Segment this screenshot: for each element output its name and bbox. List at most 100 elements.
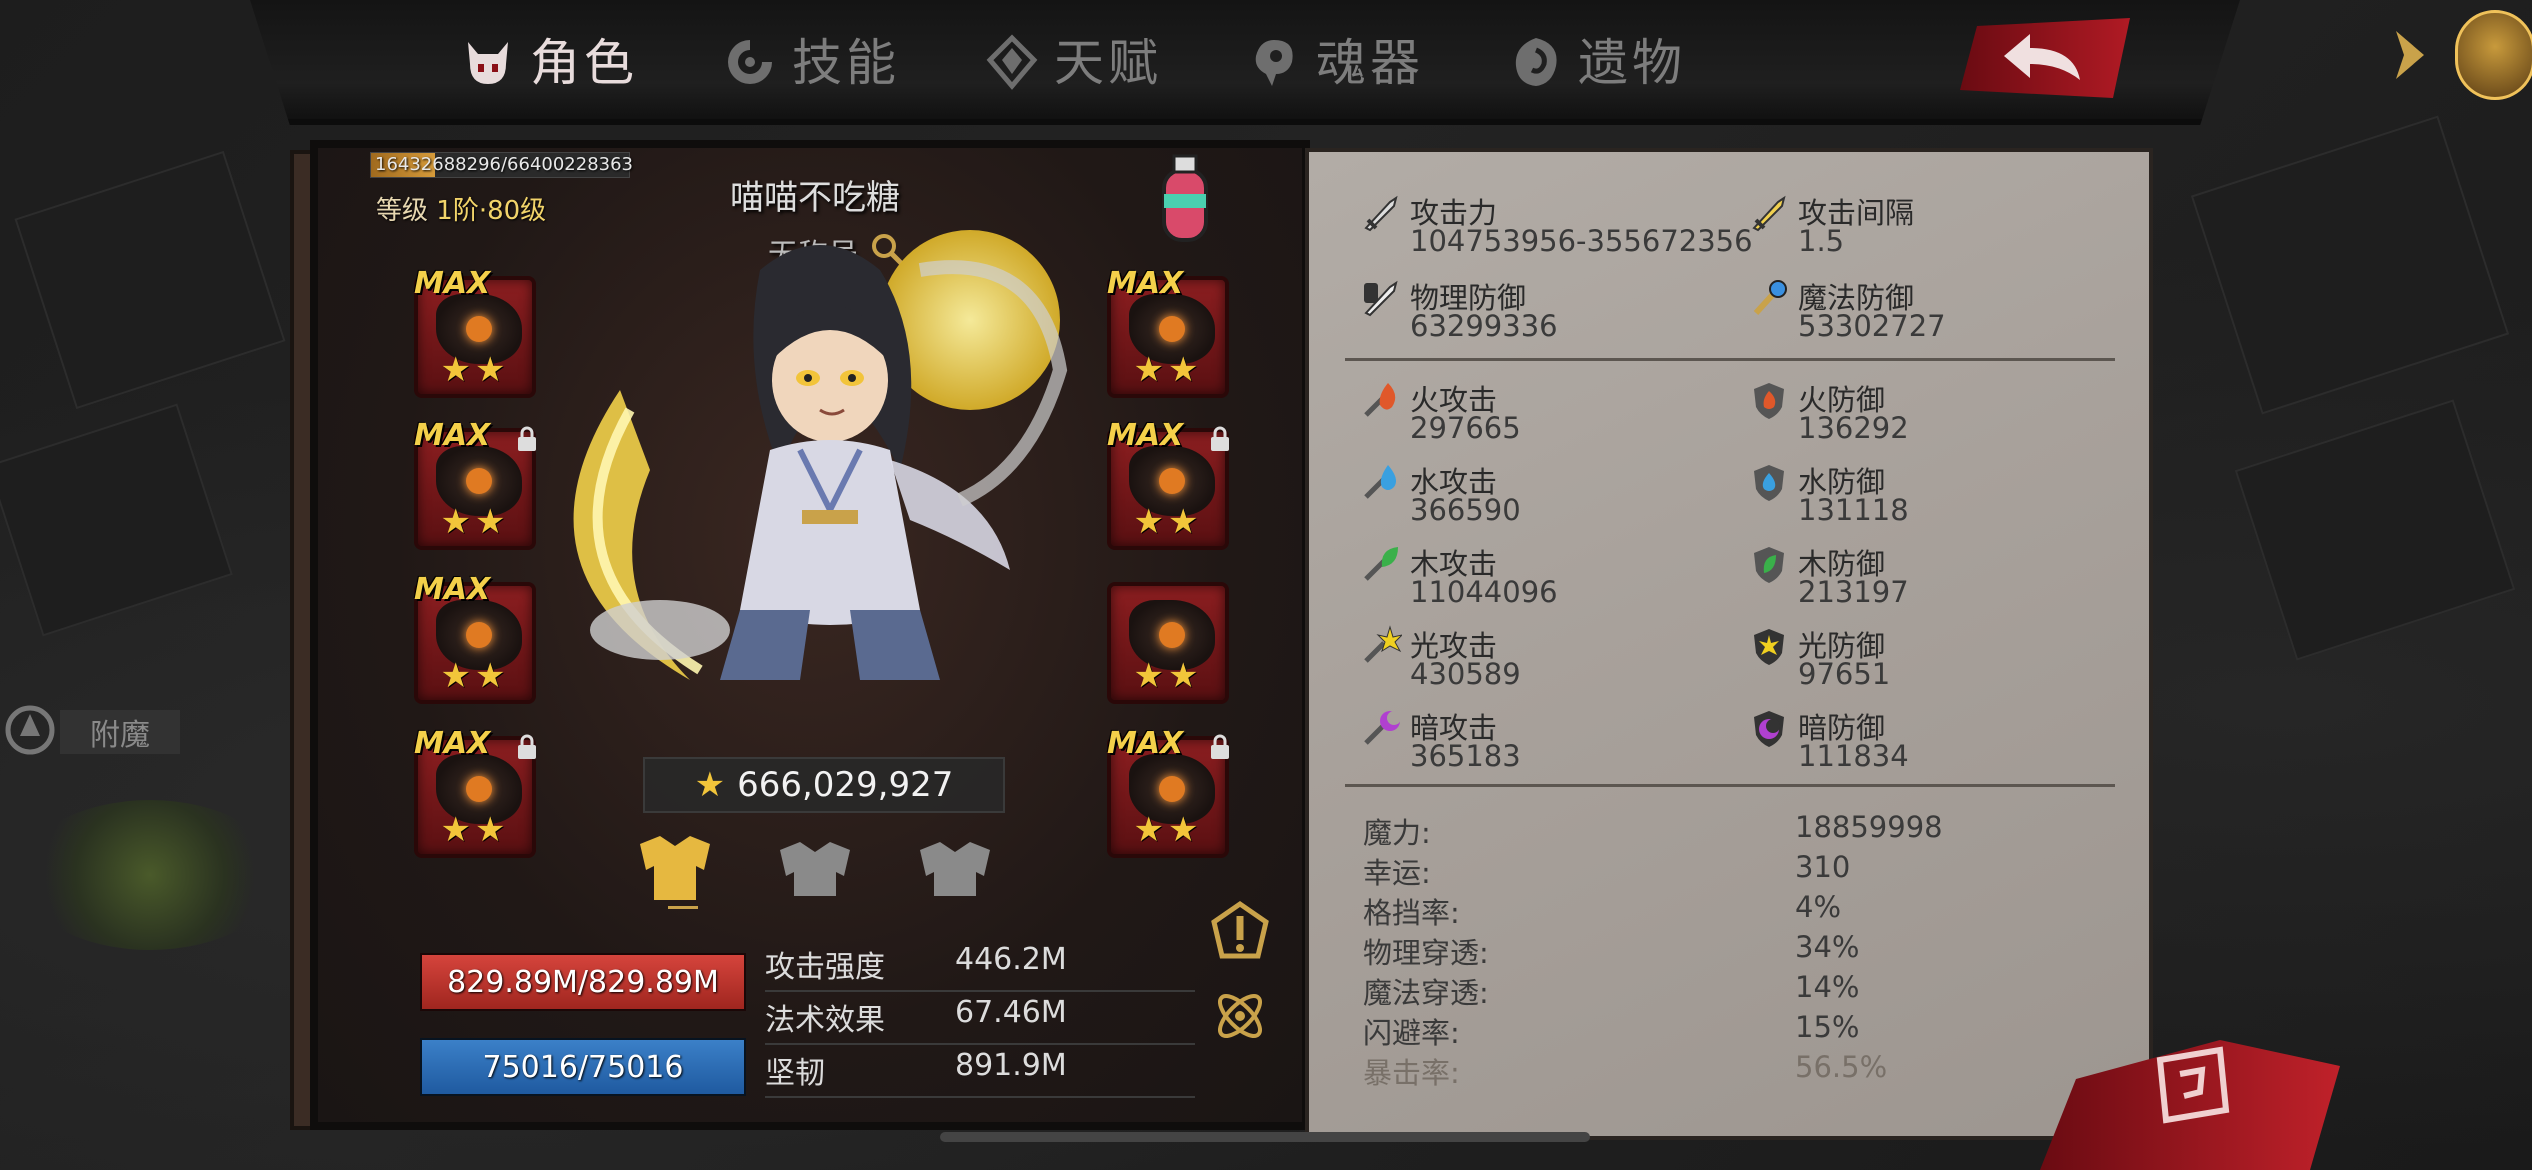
upgrade-icon[interactable] bbox=[1208, 900, 1272, 964]
dark-attack-icon bbox=[1360, 707, 1402, 749]
mini-stat-value: 67.46M bbox=[955, 995, 1067, 1030]
equipment-slot-amulet[interactable]: MAX ★★ bbox=[414, 726, 536, 858]
stat-value: 34% bbox=[1795, 930, 1860, 964]
stat-value: 111834 bbox=[1798, 739, 1909, 773]
level-prefix: 等级 bbox=[376, 196, 429, 226]
stat-value: 131118 bbox=[1798, 493, 1909, 527]
potion-icon[interactable] bbox=[1150, 150, 1220, 250]
tab-relic[interactable]: 遗物 bbox=[1468, 14, 1722, 104]
enchant-icon[interactable] bbox=[0, 700, 60, 760]
tab-soul-artifact[interactable]: 魂器 bbox=[1206, 14, 1460, 104]
equipment-set-tab-1[interactable] bbox=[630, 830, 720, 910]
equipment-set-tab-2[interactable] bbox=[770, 830, 860, 910]
tab-character[interactable]: 角色 bbox=[420, 14, 674, 104]
hp-bar: 829.89M/829.89M bbox=[420, 953, 746, 1011]
stat-value: 56.5% bbox=[1795, 1050, 1888, 1084]
relic-icon bbox=[1508, 34, 1564, 90]
diamond-icon bbox=[984, 34, 1040, 90]
equipment-slot-ring[interactable]: MAX ★★ bbox=[1107, 726, 1229, 858]
stat-value: 18859998 bbox=[1795, 810, 1943, 844]
level-text: 等级 1阶·80级 bbox=[376, 190, 546, 227]
tab-label: 遗物 bbox=[1578, 34, 1686, 92]
floor-tile bbox=[2190, 115, 2510, 415]
rune-icon[interactable] bbox=[2140, 1040, 2240, 1130]
sword-icon bbox=[1360, 192, 1402, 234]
mini-stat-label: 法术效果 bbox=[765, 1003, 885, 1038]
max-badge: MAX bbox=[414, 726, 491, 761]
equipment-set-tabs bbox=[630, 830, 1000, 910]
back-button[interactable] bbox=[1960, 18, 2130, 98]
stat-value: 365183 bbox=[1410, 739, 1521, 773]
stat-value: 15% bbox=[1795, 1010, 1860, 1044]
swirl-icon bbox=[722, 34, 778, 90]
stat-value: 366590 bbox=[1410, 493, 1521, 527]
golden-sword-icon bbox=[1748, 192, 1790, 234]
tab-skills[interactable]: 技能 bbox=[682, 14, 936, 104]
lock-icon bbox=[514, 732, 540, 762]
tab-talent[interactable]: 天赋 bbox=[944, 14, 1198, 104]
water-defense-icon bbox=[1748, 461, 1790, 503]
light-attack-icon bbox=[1360, 625, 1402, 667]
armor-icon bbox=[640, 836, 710, 900]
star-rating: ★★ bbox=[1133, 502, 1203, 542]
water-attack-icon bbox=[1360, 461, 1402, 503]
max-badge: MAX bbox=[414, 572, 491, 607]
stat-label: 魔力: bbox=[1363, 816, 1431, 850]
equipment-slot-gloves[interactable]: MAX ★★ bbox=[414, 418, 536, 550]
dark-defense-icon bbox=[1748, 707, 1790, 749]
combat-power: ★ 666,029,927 bbox=[643, 757, 1005, 813]
stat-label: 闪避率: bbox=[1363, 1016, 1460, 1050]
atom-icon[interactable] bbox=[1208, 984, 1272, 1048]
stat-value: 430589 bbox=[1410, 657, 1521, 691]
lock-icon bbox=[1207, 732, 1233, 762]
exp-text: 16432688296/66400228363 bbox=[375, 154, 634, 175]
divider bbox=[1345, 784, 2115, 787]
star-rating: ★★ bbox=[1133, 350, 1203, 390]
demon-icon bbox=[460, 34, 516, 90]
lock-icon bbox=[514, 424, 540, 454]
mp-bar: 75016/75016 bbox=[420, 1038, 746, 1096]
divider bbox=[765, 1043, 1195, 1045]
floor-tile bbox=[0, 403, 233, 637]
armor-icon bbox=[780, 842, 850, 896]
back-arrow-icon bbox=[2004, 34, 2080, 80]
equipment-slot-shoulder[interactable]: MAX ★★ bbox=[1107, 266, 1229, 398]
stat-value: 136292 bbox=[1798, 411, 1909, 445]
mini-stat-label: 攻击强度 bbox=[765, 950, 885, 985]
max-badge: MAX bbox=[414, 266, 491, 301]
equipment-slot-boots[interactable]: ★★ bbox=[1107, 582, 1229, 704]
stat-value: 63299336 bbox=[1410, 309, 1558, 343]
stat-label: 幸运: bbox=[1363, 856, 1431, 890]
floor-tile bbox=[2234, 399, 2516, 661]
armor-icon bbox=[920, 842, 990, 896]
equipment-set-active-indicator bbox=[668, 906, 698, 909]
equipment-slot-armor[interactable]: MAX ★★ bbox=[1107, 418, 1229, 550]
magic-staff-icon bbox=[1748, 277, 1790, 319]
stat-value: 1.5 bbox=[1798, 224, 1845, 258]
fire-defense-icon bbox=[1748, 379, 1790, 421]
next-arrow-icon[interactable] bbox=[2385, 20, 2435, 90]
equipment-slot-weapon[interactable]: MAX ★★ bbox=[414, 572, 536, 704]
enchant-label[interactable]: 附魔 bbox=[60, 710, 180, 754]
stat-value: 297665 bbox=[1410, 411, 1521, 445]
stat-value: 213197 bbox=[1798, 575, 1909, 609]
mini-stat-value: 891.9M bbox=[955, 1048, 1067, 1083]
level-value: 1阶·80级 bbox=[436, 196, 547, 226]
stat-value: 14% bbox=[1795, 970, 1860, 1004]
star-rating: ★★ bbox=[440, 350, 510, 390]
wood-attack-icon bbox=[1360, 543, 1402, 585]
world-map-fragment bbox=[20, 800, 280, 950]
star-rating: ★★ bbox=[1133, 656, 1203, 696]
star-rating: ★★ bbox=[440, 656, 510, 696]
mini-stat-label: 坚韧 bbox=[765, 1056, 825, 1091]
shield-sword-icon bbox=[1360, 277, 1402, 319]
equipment-set-tab-3[interactable] bbox=[910, 830, 1000, 910]
light-defense-icon bbox=[1748, 625, 1790, 667]
equipment-slot-helmet[interactable]: MAX ★★ bbox=[414, 266, 536, 398]
treasure-chest-icon[interactable] bbox=[2455, 10, 2532, 100]
star-rating: ★★ bbox=[440, 502, 510, 542]
stat-value: 310 bbox=[1795, 850, 1851, 884]
tab-label: 天赋 bbox=[1054, 34, 1162, 92]
stat-value: 11044096 bbox=[1410, 575, 1558, 609]
tab-label: 技能 bbox=[792, 34, 900, 92]
